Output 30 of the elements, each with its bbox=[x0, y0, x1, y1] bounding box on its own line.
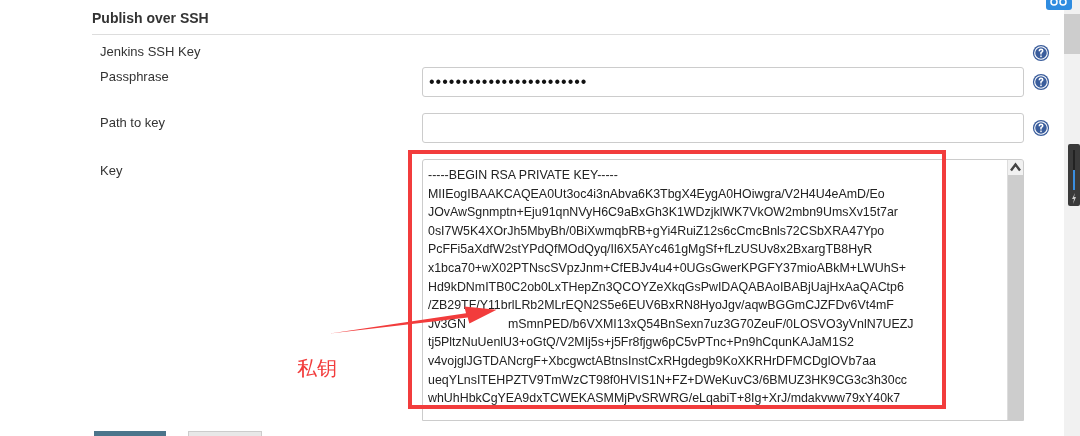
key-text: PcFFi5aXdfW2stYPdQfMOdQyq/Il6X5AYc461gMgSf+fLzUSUv8x2BxargTB8HyR bbox=[428, 242, 873, 257]
key-text: tj5PltzNuUenlU3+oGtQ/V2MIj5s+j5Fr8fjgw6pC5vPTnc+Pn9hCqunKAJaM1S2 bbox=[428, 335, 854, 350]
help-icon[interactable] bbox=[1032, 119, 1050, 137]
key-text: MIIEogIBAAKCAQEA0Ut3oc4i3nAbva6K3TbgX4EygA0HOiwgra/V2H4U4eAmD/Eo bbox=[428, 186, 885, 201]
key-text: JOvAwSgnmptn+Eju91qnNVyH6C9aBxGh3K1WDzjklWK7VkOW2mbn9UmsXv15t7ar bbox=[428, 205, 898, 220]
help-icon[interactable] bbox=[1032, 44, 1050, 62]
field-label: Path to key bbox=[99, 114, 167, 130]
field-label: Jenkins SSH Key bbox=[99, 43, 202, 59]
meter-widget-icon[interactable] bbox=[1068, 144, 1080, 206]
link-icon[interactable] bbox=[1046, 0, 1072, 10]
field-label: Passphrase bbox=[99, 68, 170, 84]
key-text: mSmnPED/b6VXMI13xQ54BnSexn7uz3G70ZeuF/0LOSVO3yVnlN7UEZJ bbox=[507, 316, 914, 331]
scroll-up-icon[interactable] bbox=[1008, 160, 1023, 175]
key-text: ueqYLnsITEHPZTV9TmWzCT98f0HVIS1N+FZ+DWeKuvC3/6BMUZ3HK9CG3c3h30cc bbox=[428, 372, 908, 387]
help-icon[interactable] bbox=[1032, 73, 1050, 91]
key-text: x1bca70+wX02PTNscSVpzJnm+CfEBJv4u4+0UGsGwerKPGFY37mioABkM+LWUhS+ bbox=[428, 260, 907, 275]
input-field[interactable] bbox=[422, 113, 1024, 143]
key-text: Hd9kDNmITB0C2ob0LxTHepZn3QCOYZeXkqGsPwIDAQABAoIBABjUajHxAaQACtp6 bbox=[428, 279, 904, 294]
scrollbar[interactable] bbox=[1007, 160, 1023, 420]
key-textarea[interactable] bbox=[422, 159, 1024, 421]
key-text: whUhHbkCgYEA9dxTCWEKASMMjPvSRWRG/eLqabiT+8Ig+XrJ/mdakvww79xY40k7 bbox=[428, 391, 901, 406]
key-text: v4vojglJGTDANcrgF+XbcgwctABtnsInstCxRHgdegb9KoXKRHrDFMCDglOVb7aa bbox=[428, 353, 876, 368]
key-text: -----BEGIN RSA PRIVATE KEY----- bbox=[428, 168, 618, 182]
field-label: Key bbox=[99, 162, 124, 178]
scrollbar-thumb[interactable] bbox=[1064, 14, 1080, 54]
key-text: 0sI7W5K4XOrJh5MbyBh/0BiXwmqbRB+gYi4RuiZ12s6cCmcBnls72CSbXRA47Ypo bbox=[428, 223, 885, 238]
key-text: /ZB29TF/Y11brlLRb2MLrEQN2S5e6EUV6BxRN8HyoJgv/aqwBGGmCJZFDv6Vt4mF bbox=[428, 298, 894, 313]
annotation-text: 私钥 bbox=[297, 355, 337, 382]
section-title: Publish over SSH bbox=[92, 10, 1050, 35]
input-field[interactable]: •••••••••••••••••••••••• bbox=[422, 67, 1024, 97]
